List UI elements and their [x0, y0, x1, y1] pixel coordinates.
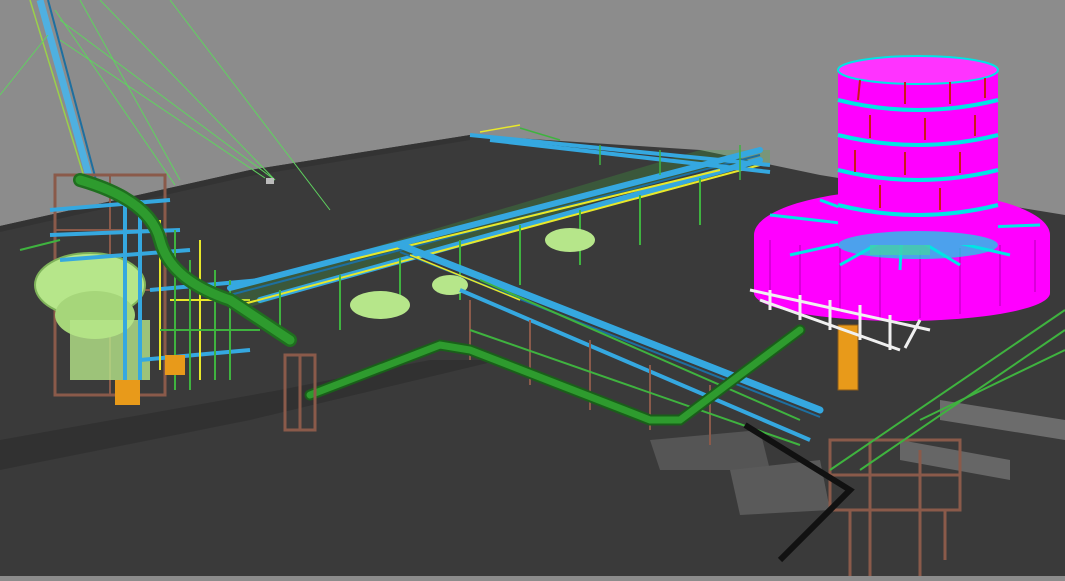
rack-vessel-2[interactable]	[545, 228, 595, 252]
plant-model-canvas[interactable]	[0, 0, 1065, 576]
rack-vessel-1[interactable]	[350, 291, 410, 319]
3d-plant-model-viewport[interactable]	[0, 0, 1065, 576]
